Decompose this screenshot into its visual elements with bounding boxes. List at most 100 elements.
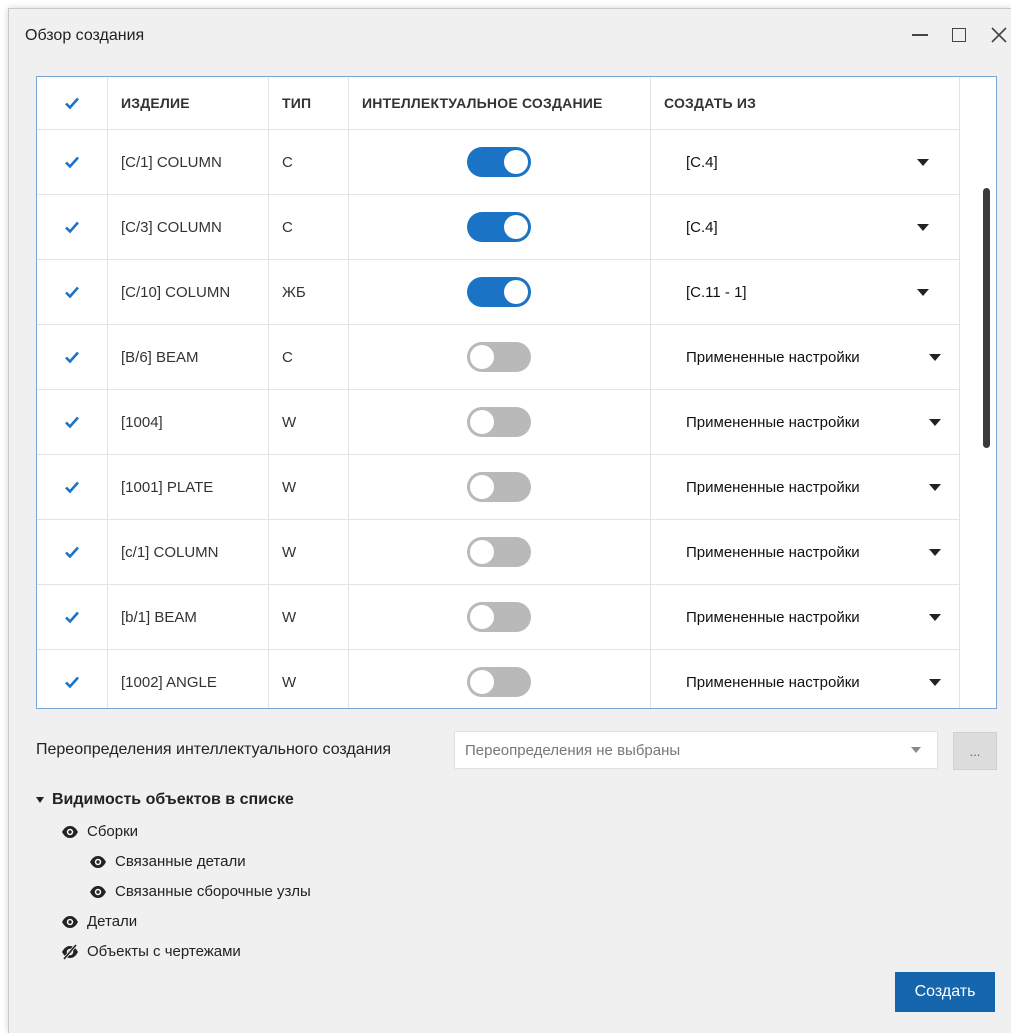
create-from-dropdown[interactable]: [C.11 - 1]	[650, 260, 959, 324]
create-from-dropdown[interactable]: [C.4]	[650, 195, 959, 259]
row-type: W	[282, 608, 297, 626]
visibility-item: Сборки	[61, 823, 138, 840]
check-icon	[65, 286, 79, 299]
maximize-button[interactable]	[944, 19, 974, 51]
header-smart-creation[interactable]: ИНТЕЛЛЕКТУАЛЬНОЕ СОЗДАНИЕ	[348, 77, 650, 129]
row-item: [c/1] COLUMN	[121, 543, 219, 561]
visibility-item-label: Детали	[87, 913, 138, 930]
row-check-cell	[37, 325, 107, 389]
window-title: Обзор создания	[25, 27, 145, 44]
more-options-button[interactable]: ...	[953, 732, 997, 770]
scrollbar-thumb[interactable]	[983, 188, 990, 448]
create-from-dropdown[interactable]: Примененные настройки	[650, 455, 959, 519]
minimize-button[interactable]	[905, 19, 935, 51]
create-from-value: Примененные настройки	[686, 478, 860, 496]
overrides-placeholder: Переопределения не выбраны	[465, 741, 681, 759]
row-checkbox[interactable]	[62, 412, 82, 432]
header-type[interactable]: ТИП	[268, 77, 348, 129]
check-icon	[65, 351, 79, 364]
create-from-dropdown[interactable]: [C.4]	[650, 130, 959, 194]
row-checkbox[interactable]	[62, 347, 82, 367]
close-icon	[991, 27, 1007, 43]
create-from-dropdown[interactable]: Примененные настройки	[650, 325, 959, 389]
toggle-knob	[504, 215, 528, 239]
row-checkbox[interactable]	[62, 542, 82, 562]
toggle-knob	[470, 345, 494, 369]
table-row[interactable]: [c/1] COLUMN W Примененные настройки	[37, 520, 959, 585]
visibility-item: Связанные детали	[89, 853, 246, 870]
table-row[interactable]: [1002] ANGLE W Примененные настройки	[37, 650, 959, 708]
toggle-knob	[470, 605, 494, 629]
toggle-knob	[470, 540, 494, 564]
smart-creation-toggle[interactable]	[467, 472, 531, 502]
row-checkbox[interactable]	[62, 152, 82, 172]
select-all-cell	[37, 77, 107, 129]
table-row[interactable]: [b/1] BEAM W Примененные настройки	[37, 585, 959, 650]
table-row[interactable]: [C/3] COLUMN C [C.4]	[37, 195, 959, 260]
create-from-value: Примененные настройки	[686, 608, 860, 626]
eye-icon[interactable]	[89, 855, 107, 869]
table-row[interactable]: [C/1] COLUMN C [C.4]	[37, 130, 959, 195]
chevron-down-icon	[929, 483, 941, 491]
visibility-item: Связанные сборочные узлы	[89, 883, 311, 900]
table-row[interactable]: [C/10] COLUMN ЖБ [C.11 - 1]	[37, 260, 959, 325]
vertical-scrollbar[interactable]	[980, 130, 994, 708]
row-check-cell	[37, 585, 107, 649]
row-checkbox[interactable]	[62, 217, 82, 237]
create-from-value: Примененные настройки	[686, 543, 860, 561]
chevron-down-icon	[929, 678, 941, 686]
check-icon	[65, 156, 79, 169]
table-row[interactable]: [1001] PLATE W Примененные настройки	[37, 455, 959, 520]
select-all-checkbox[interactable]	[62, 93, 82, 113]
smart-creation-toggle[interactable]	[467, 407, 531, 437]
smart-creation-toggle[interactable]	[467, 277, 531, 307]
create-button[interactable]: Создать	[895, 972, 995, 1012]
create-from-dropdown[interactable]: Примененные настройки	[650, 585, 959, 649]
close-button[interactable]	[984, 19, 1011, 51]
smart-creation-toggle[interactable]	[467, 667, 531, 697]
smart-creation-toggle[interactable]	[467, 147, 531, 177]
check-icon	[65, 221, 79, 234]
eye-icon[interactable]	[61, 825, 79, 839]
chevron-down-icon	[917, 288, 929, 296]
row-item: [1004]	[121, 413, 163, 431]
row-checkbox[interactable]	[62, 477, 82, 497]
visibility-title: Видимость объектов в списке	[52, 791, 294, 808]
visibility-item-label: Связанные детали	[115, 853, 246, 870]
row-check-cell	[37, 260, 107, 324]
visibility-toggle[interactable]: Видимость объектов в списке	[36, 791, 294, 809]
row-type: C	[282, 218, 293, 236]
chevron-down-icon	[929, 418, 941, 426]
overrides-dropdown[interactable]: Переопределения не выбраны	[454, 731, 938, 769]
row-checkbox[interactable]	[62, 672, 82, 692]
visibility-section: Видимость объектов в списке	[36, 791, 294, 809]
row-smart-cell	[348, 455, 650, 519]
check-icon	[65, 481, 79, 494]
create-from-dropdown[interactable]: Примененные настройки	[650, 650, 959, 708]
create-from-dropdown[interactable]: Примененные настройки	[650, 390, 959, 454]
row-type: W	[282, 478, 297, 496]
create-from-value: Примененные настройки	[686, 673, 860, 691]
smart-creation-toggle[interactable]	[467, 212, 531, 242]
chevron-down-icon	[911, 747, 921, 753]
items-table: ИЗДЕЛИЕ ТИП ИНТЕЛЛЕКТУАЛЬНОЕ СОЗДАНИЕ СО…	[36, 76, 997, 709]
table-row[interactable]: [B/6] BEAM C Примененные настройки	[37, 325, 959, 390]
header-item[interactable]: ИЗДЕЛИЕ	[107, 77, 268, 129]
row-smart-cell	[348, 650, 650, 708]
eye-off-icon[interactable]	[61, 943, 79, 960]
create-from-value: [C.11 - 1]	[686, 283, 747, 301]
smart-creation-toggle[interactable]	[467, 342, 531, 372]
row-smart-cell	[348, 390, 650, 454]
eye-icon[interactable]	[61, 915, 79, 929]
maximize-icon	[952, 28, 966, 42]
row-check-cell	[37, 195, 107, 259]
eye-icon[interactable]	[89, 885, 107, 899]
create-from-dropdown[interactable]: Примененные настройки	[650, 520, 959, 584]
table-row[interactable]: [1004] W Примененные настройки	[37, 390, 959, 455]
row-checkbox[interactable]	[62, 607, 82, 627]
header-create-from[interactable]: СОЗДАТЬ ИЗ	[650, 77, 959, 129]
row-checkbox[interactable]	[62, 282, 82, 302]
smart-creation-toggle[interactable]	[467, 602, 531, 632]
smart-creation-toggle[interactable]	[467, 537, 531, 567]
row-type: W	[282, 543, 297, 561]
